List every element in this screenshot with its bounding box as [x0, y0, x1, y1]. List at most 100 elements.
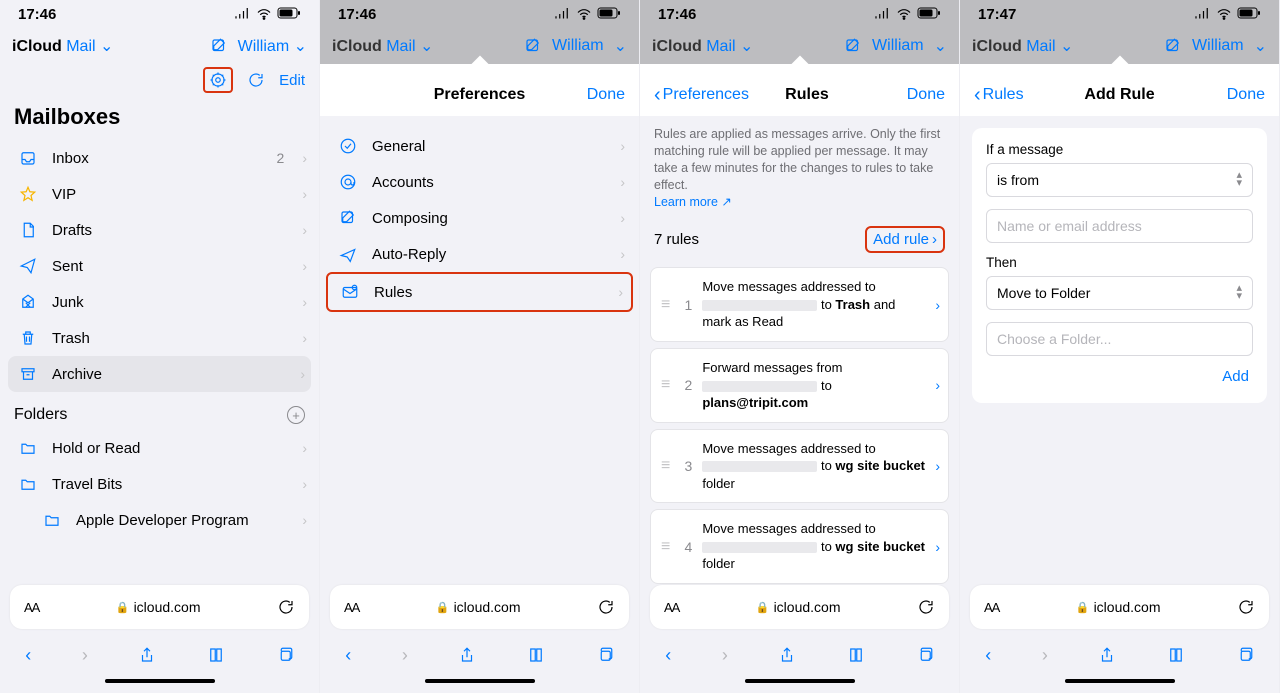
mailbox-junk[interactable]: Junk › — [0, 284, 319, 320]
pref-accounts[interactable]: Accounts› — [320, 164, 639, 200]
envelope-gear-icon — [340, 283, 360, 301]
chevron-right-icon: › — [302, 186, 307, 202]
safari-address-bar[interactable]: AA 🔒icloud.com — [10, 585, 309, 629]
chevron-right-icon: › — [932, 231, 937, 248]
aa-icon[interactable]: AA — [664, 600, 679, 615]
folder-input[interactable]: Choose a Folder... — [986, 322, 1253, 356]
share-icon[interactable] — [458, 646, 476, 664]
mailbox-sent[interactable]: Sent › — [0, 248, 319, 284]
folder-hold-or-read[interactable]: Hold or Read › — [0, 430, 319, 466]
chevron-right-icon: › — [302, 294, 307, 310]
user-menu[interactable]: William ⌄ — [238, 36, 307, 56]
drag-handle-icon[interactable]: ≡ — [661, 376, 670, 394]
done-button[interactable]: Done — [865, 86, 945, 104]
then-label: Then — [986, 255, 1253, 270]
folder-icon — [18, 439, 38, 457]
pref-general[interactable]: General› — [320, 128, 639, 164]
add-button[interactable]: Add — [986, 368, 1253, 389]
reload-icon[interactable] — [1237, 598, 1255, 616]
app-title[interactable]: iCloud Mail ⌄ — [12, 36, 113, 56]
pref-composing[interactable]: Composing› — [320, 200, 639, 236]
done-button[interactable]: Done — [545, 86, 625, 104]
status-icons — [233, 5, 301, 23]
back-icon[interactable]: ‹ — [345, 645, 351, 666]
lock-icon: 🔒 — [756, 601, 770, 614]
rule-form: If a message is from ▴▾ Name or email ad… — [972, 128, 1267, 403]
folder-travel-bits[interactable]: Travel Bits › — [0, 466, 319, 502]
back-button[interactable]: ‹ Rules — [974, 84, 1054, 107]
chevron-right-icon: › — [302, 512, 307, 528]
cellular-icon — [873, 5, 891, 23]
done-button[interactable]: Done — [1185, 86, 1265, 104]
safari-toolbar: ‹› — [960, 635, 1279, 675]
star-icon — [18, 185, 38, 203]
back-button[interactable]: ‹ Preferences — [654, 84, 749, 107]
add-rule-button-highlighted[interactable]: Add rule › — [865, 226, 945, 253]
back-icon[interactable]: ‹ — [665, 645, 671, 666]
bookmarks-icon[interactable] — [207, 646, 225, 664]
drag-handle-icon[interactable]: ≡ — [661, 457, 670, 475]
safari-address-bar[interactable]: AA 🔒icloud.com — [330, 585, 629, 629]
back-icon[interactable]: ‹ — [25, 645, 31, 666]
mailbox-drafts[interactable]: Drafts › — [0, 212, 319, 248]
mailbox-vip[interactable]: VIP › — [0, 176, 319, 212]
share-icon[interactable] — [1098, 646, 1116, 664]
gear-icon[interactable] — [209, 71, 227, 89]
share-icon[interactable] — [138, 646, 156, 664]
edit-button[interactable]: Edit — [279, 72, 305, 89]
rule-item-1[interactable]: ≡ 1 Move messages addressed to to Trash … — [650, 267, 949, 342]
bookmarks-icon[interactable] — [1167, 646, 1185, 664]
if-label: If a message — [986, 142, 1253, 157]
rule-item-3[interactable]: ≡ 3 Move messages addressed to to wg sit… — [650, 429, 949, 504]
pref-autoreply[interactable]: Auto-Reply› — [320, 236, 639, 272]
tabs-icon[interactable] — [916, 646, 934, 664]
refresh-icon[interactable] — [247, 71, 265, 89]
sheet-header: Preferences Done — [320, 74, 639, 116]
chevron-right-icon: › — [302, 258, 307, 274]
cellular-icon — [1193, 5, 1211, 23]
folder-apple-dev[interactable]: Apple Developer Program › — [0, 502, 319, 538]
popover-arrow — [640, 64, 959, 74]
chevron-right-icon: › — [300, 366, 305, 382]
stepper-icon: ▴▾ — [1236, 172, 1242, 187]
aa-icon[interactable]: AA — [24, 600, 39, 615]
tabs-icon[interactable] — [1236, 646, 1254, 664]
status-bar: 17:47 — [960, 0, 1279, 28]
bookmarks-icon[interactable] — [527, 646, 545, 664]
learn-more-link[interactable]: Learn more ↗ — [654, 195, 732, 209]
safari-address-bar[interactable]: AA 🔒icloud.com — [970, 585, 1269, 629]
reload-icon[interactable] — [277, 598, 295, 616]
address-input[interactable]: Name or email address — [986, 209, 1253, 243]
mailbox-archive[interactable]: Archive › — [8, 356, 311, 392]
back-icon[interactable]: ‹ — [985, 645, 991, 666]
share-icon[interactable] — [778, 646, 796, 664]
aa-icon[interactable]: AA — [344, 600, 359, 615]
tabs-icon[interactable] — [276, 646, 294, 664]
home-indicator — [0, 675, 319, 693]
drag-handle-icon[interactable]: ≡ — [661, 538, 670, 556]
condition-select[interactable]: is from ▴▾ — [986, 163, 1253, 197]
reload-icon[interactable] — [597, 598, 615, 616]
pref-rules-highlighted[interactable]: Rules› — [326, 272, 633, 312]
clock: 17:46 — [18, 6, 56, 23]
compose-icon[interactable] — [210, 37, 228, 55]
drag-handle-icon[interactable]: ≡ — [661, 296, 670, 314]
chevron-right-icon: › — [302, 222, 307, 238]
mailbox-trash[interactable]: Trash › — [0, 320, 319, 356]
rule-item-4[interactable]: ≡ 4 Move messages addressed to to wg sit… — [650, 509, 949, 584]
sheet-title: Rules — [749, 86, 865, 104]
safari-address-bar[interactable]: AA 🔒icloud.com — [650, 585, 949, 629]
tabs-icon[interactable] — [596, 646, 614, 664]
aa-icon[interactable]: AA — [984, 600, 999, 615]
action-select[interactable]: Move to Folder ▴▾ — [986, 276, 1253, 310]
rule-item-2[interactable]: ≡ 2 Forward messages from to plans@tripi… — [650, 348, 949, 423]
home-indicator — [640, 675, 959, 693]
reload-icon[interactable] — [917, 598, 935, 616]
status-icons — [553, 5, 621, 23]
lock-icon: 🔒 — [436, 601, 450, 614]
bookmarks-icon[interactable] — [847, 646, 865, 664]
settings-gear-highlight — [203, 67, 233, 93]
sheet-title: Preferences — [414, 86, 545, 104]
mailbox-inbox[interactable]: Inbox 2 › — [0, 140, 319, 176]
add-folder-icon[interactable]: + — [287, 406, 305, 424]
